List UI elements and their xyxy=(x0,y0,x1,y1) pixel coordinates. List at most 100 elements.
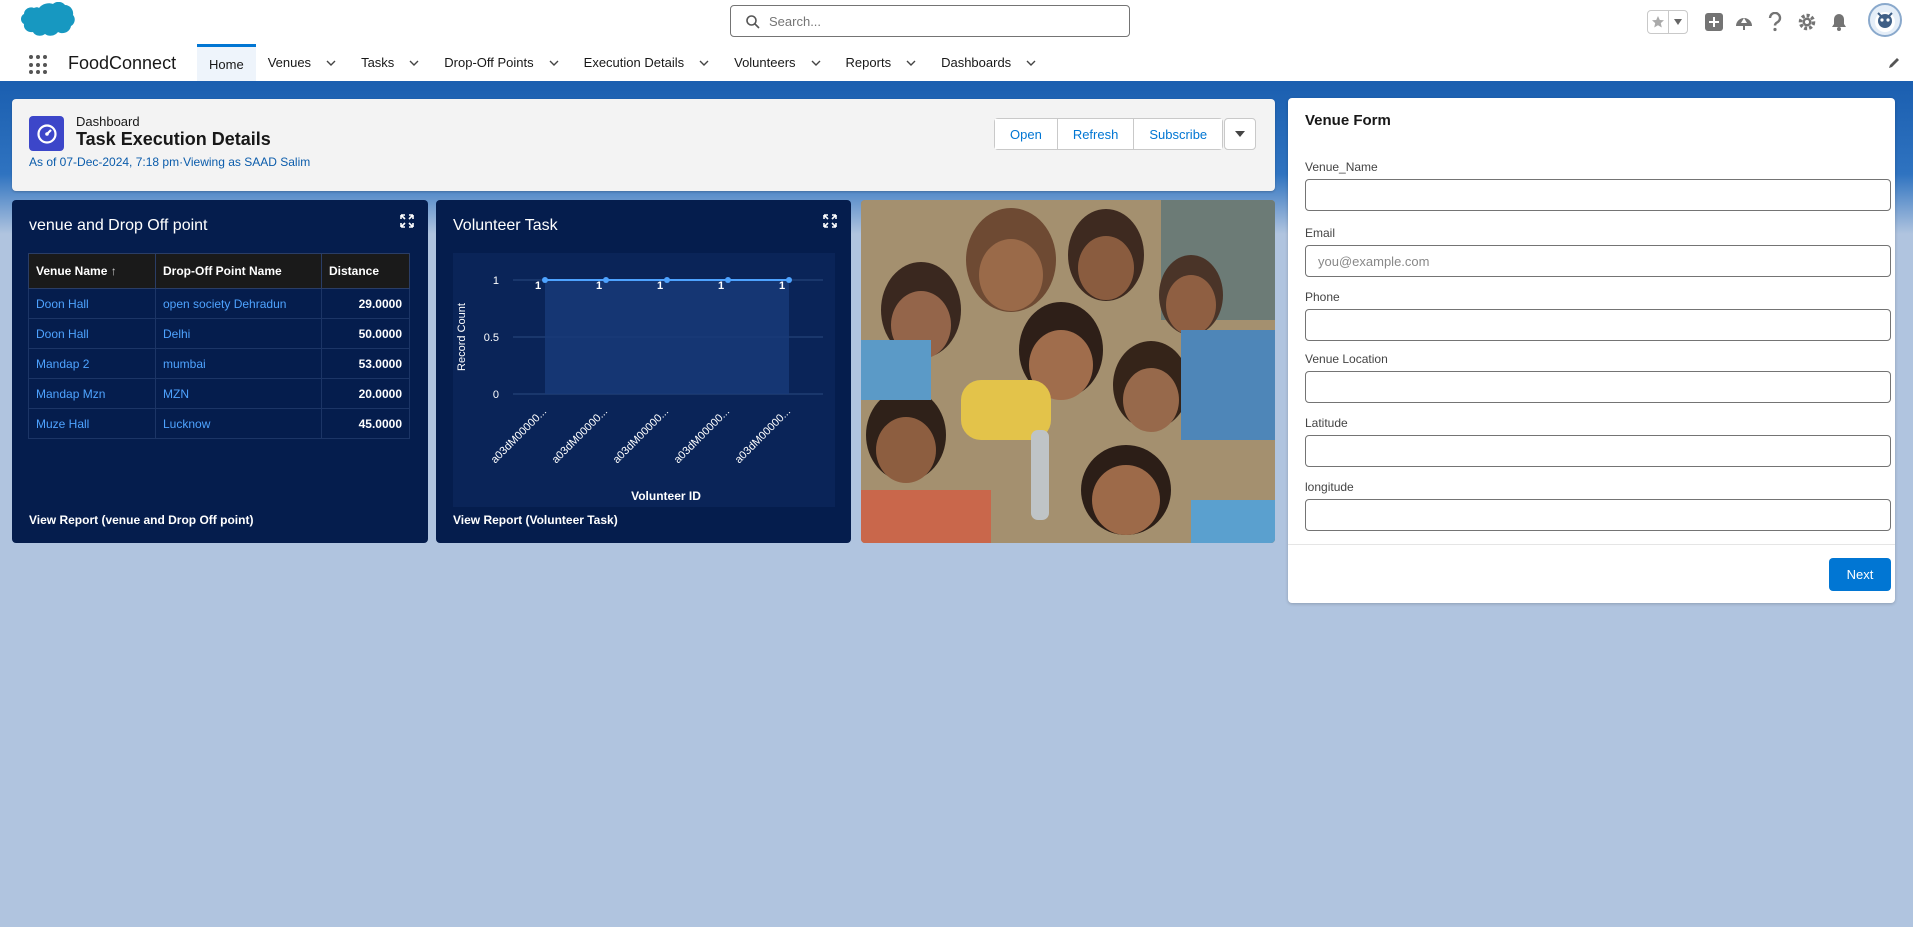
venue-name-link[interactable]: Mandap 2 xyxy=(28,348,156,379)
tab-drop-off-points[interactable]: Drop-Off Points xyxy=(432,44,571,81)
tab-tasks[interactable]: Tasks xyxy=(349,44,432,81)
data-point xyxy=(603,277,609,283)
x-axis-label: Volunteer ID xyxy=(631,489,701,503)
tab-home[interactable]: Home xyxy=(197,44,256,81)
dropoff-point-link[interactable]: MZN xyxy=(155,378,322,409)
field-label: Venue Location xyxy=(1305,352,1388,366)
dashboard-actions: Open Refresh Subscribe xyxy=(994,118,1224,150)
refresh-button[interactable]: Refresh xyxy=(1057,119,1135,149)
help-icon[interactable] xyxy=(1763,10,1787,34)
global-header xyxy=(0,0,1913,44)
tab-label: Home xyxy=(209,56,244,72)
global-actions-plus-icon[interactable] xyxy=(1702,10,1726,34)
distance-value: 29.0000 xyxy=(321,288,410,319)
chevron-down-icon[interactable] xyxy=(698,57,710,69)
search-icon xyxy=(746,15,760,29)
tab-label: Venues xyxy=(267,55,312,70)
dashboard-subtitle: As of 07-Dec-2024, 7:18 pm·Viewing as SA… xyxy=(29,155,311,169)
longitude-input[interactable] xyxy=(1305,499,1891,531)
series-area xyxy=(545,280,789,394)
user-avatar[interactable] xyxy=(1868,3,1902,37)
setup-gear-icon[interactable] xyxy=(1795,10,1819,34)
venue-name-link[interactable]: Muze Hall xyxy=(28,408,156,439)
form-divider xyxy=(1288,544,1895,545)
notifications-bell-icon[interactable] xyxy=(1827,10,1851,34)
dropoff-point-link[interactable]: Delhi xyxy=(155,318,322,349)
dropoff-point-link[interactable]: open society Dehradun xyxy=(155,288,322,319)
chevron-down-icon[interactable] xyxy=(905,57,917,69)
x-tick-label: a03dM00000... xyxy=(733,406,793,466)
more-actions-dropdown[interactable] xyxy=(1224,118,1256,150)
trailhead-guidance-icon[interactable] xyxy=(1732,10,1756,34)
global-search[interactable] xyxy=(730,5,1130,37)
app-navigation-bar: FoodConnect Home Venues Tasks Drop-Off P… xyxy=(0,44,1913,84)
sort-ascending-icon: ↑ xyxy=(110,264,117,278)
distance-value: 20.0000 xyxy=(321,378,410,409)
tab-label: Execution Details xyxy=(583,55,685,70)
latitude-input[interactable] xyxy=(1305,435,1891,467)
phone-input[interactable] xyxy=(1305,309,1891,341)
tab-label: Tasks xyxy=(361,55,395,70)
volunteer-task-chart: 0 0.5 1 1 1 1 1 1 a03dM00000... a03dM00000... a03d… xyxy=(453,253,835,507)
longitude-field: longitude xyxy=(1305,480,1891,531)
field-label: Phone xyxy=(1305,290,1340,304)
view-report-link[interactable]: View Report (Volunteer Task) xyxy=(453,513,618,527)
chevron-down-icon[interactable] xyxy=(408,57,420,69)
open-button[interactable]: Open xyxy=(995,119,1058,149)
edit-nav-pencil-icon[interactable] xyxy=(1887,56,1901,70)
field-label: longitude xyxy=(1305,480,1354,494)
favorite-star-icon[interactable] xyxy=(1648,11,1670,33)
venue-location-input[interactable] xyxy=(1305,371,1891,403)
chevron-down-icon[interactable] xyxy=(810,57,822,69)
table-row: Mandap Mzn MZN 20.0000 xyxy=(28,378,410,409)
x-tick-label: a03dM00000... xyxy=(489,406,549,466)
x-tick-label: a03dM00000... xyxy=(672,406,732,466)
dashboard-header: Dashboard Task Execution Details As of 0… xyxy=(12,99,1275,191)
widget-title: Volunteer Task xyxy=(453,217,558,234)
chevron-down-icon[interactable] xyxy=(548,57,560,69)
data-point xyxy=(542,277,548,283)
venue-dropoff-widget: venue and Drop Off point Venue Name ↑ Dr… xyxy=(12,200,428,543)
expand-icon[interactable] xyxy=(400,214,414,228)
expand-icon[interactable] xyxy=(823,214,837,228)
tab-volunteers[interactable]: Volunteers xyxy=(722,44,833,81)
x-tick-label: a03dM00000... xyxy=(550,406,610,466)
app-launcher-icon[interactable] xyxy=(29,55,49,75)
distance-value: 53.0000 xyxy=(321,348,410,379)
salesforce-cloud-logo[interactable] xyxy=(13,2,75,42)
subscribe-button[interactable]: Subscribe xyxy=(1134,119,1223,149)
data-point xyxy=(786,277,792,283)
dropoff-point-link[interactable]: mumbai xyxy=(155,348,322,379)
column-header-dropoff-point[interactable]: Drop-Off Point Name xyxy=(155,253,322,289)
favorites-group[interactable] xyxy=(1647,10,1688,34)
field-label: Venue_Name xyxy=(1305,160,1378,174)
app-name: FoodConnect xyxy=(68,53,177,73)
search-input[interactable] xyxy=(769,10,1119,32)
x-tick-label: a03dM00000... xyxy=(611,406,671,466)
column-header-venue-name[interactable]: Venue Name ↑ xyxy=(28,253,156,289)
tab-execution-details[interactable]: Execution Details xyxy=(572,44,722,81)
view-report-link[interactable]: View Report (venue and Drop Off point) xyxy=(29,513,253,527)
dashboard-gauge-icon xyxy=(29,116,64,151)
venue-name-link[interactable]: Doon Hall xyxy=(28,318,156,349)
data-label: 1 xyxy=(535,280,541,292)
phone-field: Phone xyxy=(1305,290,1891,341)
venue-name-field: Venue_Name xyxy=(1305,160,1891,211)
favorites-dropdown-icon[interactable] xyxy=(1669,11,1687,33)
dashboard-title: Task Execution Details xyxy=(76,129,271,149)
chevron-down-icon[interactable] xyxy=(325,57,337,69)
column-header-distance[interactable]: Distance xyxy=(321,253,410,289)
table-row: Doon Hall open society Dehradun 29.0000 xyxy=(28,288,410,319)
venue-name-input[interactable] xyxy=(1305,179,1891,211)
tab-dashboards[interactable]: Dashboards xyxy=(929,44,1049,81)
tab-reports[interactable]: Reports xyxy=(834,44,930,81)
venue-name-link[interactable]: Mandap Mzn xyxy=(28,378,156,409)
chevron-down-icon[interactable] xyxy=(1025,57,1037,69)
venue-name-link[interactable]: Doon Hall xyxy=(28,288,156,319)
email-input[interactable] xyxy=(1305,245,1891,277)
dropoff-point-link[interactable]: Lucknow xyxy=(155,408,322,439)
tab-venues[interactable]: Venues xyxy=(256,44,349,81)
table-row: Doon Hall Delhi 50.0000 xyxy=(28,318,410,349)
table-row: Muze Hall Lucknow 45.0000 xyxy=(28,408,410,439)
next-button[interactable]: Next xyxy=(1829,558,1891,591)
